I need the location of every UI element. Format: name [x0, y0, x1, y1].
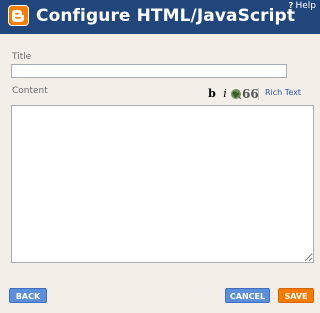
help-icon: ? — [288, 1, 294, 10]
cancel-button[interactable]: CANCEL — [225, 288, 270, 303]
content-label: Content — [12, 86, 48, 96]
dialog-title: Configure HTML/JavaScript — [36, 6, 296, 26]
title-input[interactable] — [11, 64, 287, 78]
content-textarea[interactable] — [11, 105, 314, 263]
help-link[interactable]: ? Help — [287, 1, 316, 11]
link-button[interactable] — [229, 87, 243, 101]
dialog-header: Configure HTML/JavaScript ? Help — [0, 0, 320, 34]
blogger-logo-icon — [8, 5, 29, 26]
rich-text-link[interactable]: Rich Text — [265, 88, 301, 97]
bold-button[interactable]: b — [205, 87, 219, 101]
blockquote-button[interactable]: 66 — [242, 87, 259, 101]
toolbar-separator — [258, 88, 259, 100]
back-button[interactable]: BACK — [9, 288, 47, 303]
link-icon — [231, 89, 242, 100]
title-label: Title — [12, 52, 32, 62]
help-label: Help — [295, 1, 316, 11]
save-button[interactable]: SAVE — [278, 288, 314, 303]
